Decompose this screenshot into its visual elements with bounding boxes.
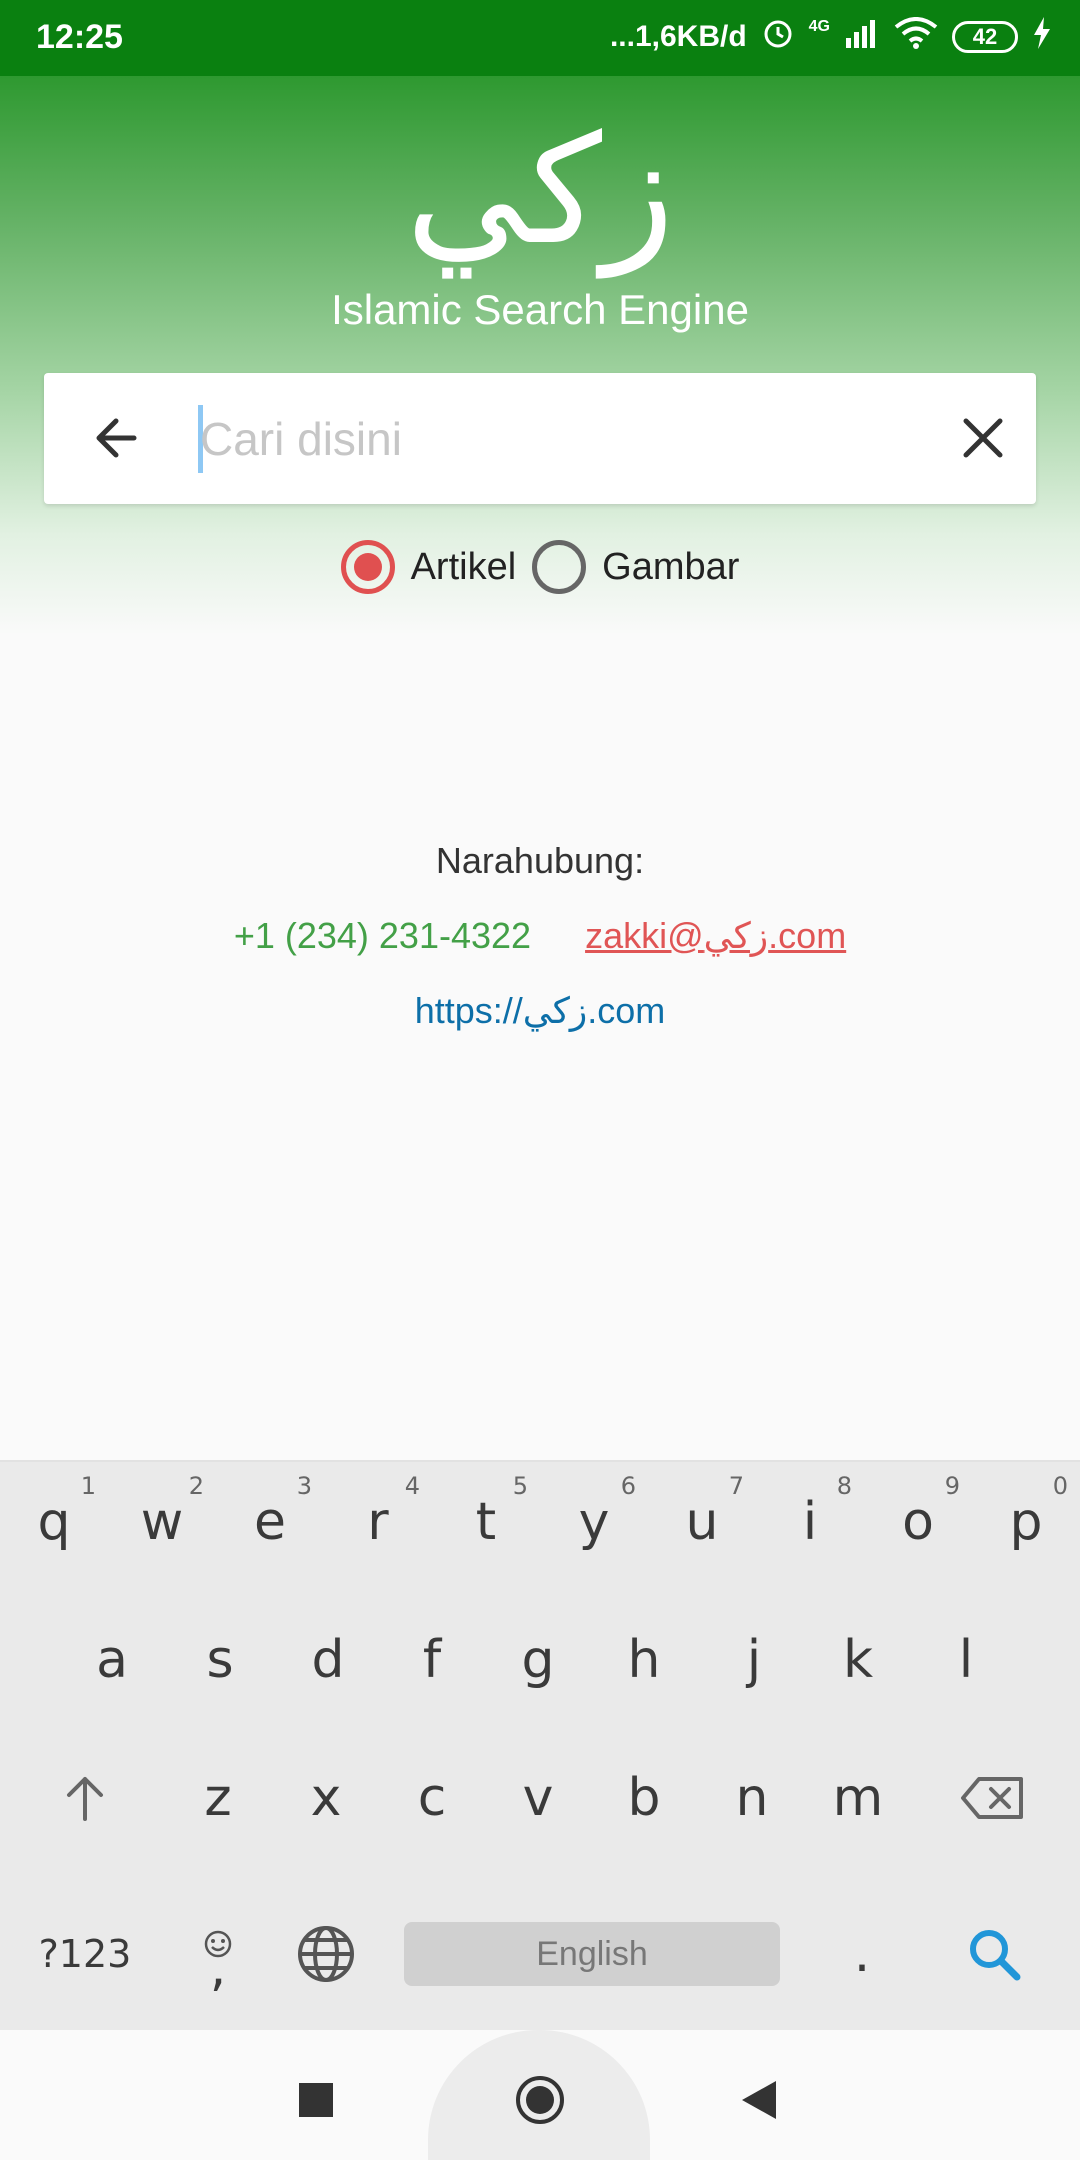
contact-row: +1 (234) 231-4322 zakki@زكي.com xyxy=(0,915,1080,957)
status-icons: ...1,6KB/d 4G 42 xyxy=(610,16,1052,58)
status-bar: 12:25 ...1,6KB/d 4G 42 xyxy=(0,0,1080,76)
key-h[interactable]: h xyxy=(590,1600,698,1720)
soft-keyboard: q1 w2 e3 r4 t5 y6 u7 i8 o9 p0 a s d f g … xyxy=(0,1460,1080,2030)
radio-artikel[interactable]: Artikel xyxy=(340,540,517,594)
search-type-selector: Artikel Gambar xyxy=(0,540,1080,594)
recents-icon[interactable] xyxy=(276,2060,356,2140)
network-speed: ...1,6KB/d xyxy=(609,20,747,53)
keyboard-row-2: a s d f g h j k l xyxy=(0,1600,1080,1720)
phone-link[interactable]: +1 (234) 231-4322 xyxy=(234,915,531,956)
app-logo: زكي xyxy=(405,104,675,278)
key-g[interactable]: g xyxy=(484,1600,592,1720)
key-j[interactable]: j xyxy=(700,1600,808,1720)
alarm-icon xyxy=(761,16,795,58)
key-a[interactable]: a xyxy=(58,1600,166,1720)
search-input[interactable] xyxy=(200,399,940,479)
key-e[interactable]: e3 xyxy=(216,1462,324,1582)
key-o[interactable]: o9 xyxy=(864,1462,972,1582)
key-q[interactable]: q1 xyxy=(0,1462,108,1582)
email-link[interactable]: zakki@زكي.com xyxy=(585,915,846,956)
key-b[interactable]: b xyxy=(590,1738,698,1858)
keyboard-row-1: q1 w2 e3 r4 t5 y6 u7 i8 o9 p0 xyxy=(0,1462,1080,1582)
wifi-icon xyxy=(894,17,938,57)
key-k[interactable]: k xyxy=(804,1600,912,1720)
navigation-bar xyxy=(0,2030,1080,2160)
space-key[interactable]: English xyxy=(404,1922,780,1986)
key-y[interactable]: y6 xyxy=(540,1462,648,1582)
key-r[interactable]: r4 xyxy=(324,1462,432,1582)
search-bar xyxy=(44,373,1036,504)
key-v[interactable]: v xyxy=(484,1738,592,1858)
key-n[interactable]: n xyxy=(698,1738,806,1858)
key-i[interactable]: i8 xyxy=(756,1462,864,1582)
radio-gambar[interactable]: Gambar xyxy=(532,540,739,594)
close-icon[interactable] xyxy=(950,405,1016,471)
radio-unchecked-icon xyxy=(532,540,587,594)
key-f[interactable]: f xyxy=(378,1600,486,1720)
network-type: 4G xyxy=(808,18,830,35)
back-icon[interactable] xyxy=(720,2060,800,2140)
key-t[interactable]: t5 xyxy=(432,1462,540,1582)
home-icon[interactable] xyxy=(500,2060,580,2140)
key-d[interactable]: d xyxy=(274,1600,382,1720)
key-s[interactable]: s xyxy=(166,1600,274,1720)
radio-label: Gambar xyxy=(602,545,740,588)
keyboard-row-3: z x c v b n m xyxy=(0,1738,1080,1858)
key-x[interactable]: x xyxy=(272,1738,380,1858)
emoji-comma-key[interactable]: , xyxy=(164,1894,272,2014)
shift-icon[interactable] xyxy=(20,1738,150,1858)
key-l[interactable]: l xyxy=(912,1600,1020,1720)
charging-icon xyxy=(1032,17,1052,57)
period-key[interactable]: . xyxy=(808,1894,916,2014)
status-time: 12:25 xyxy=(36,18,123,56)
website-link[interactable]: https://زكي.com xyxy=(0,990,1080,1032)
radio-checked-icon xyxy=(340,540,395,594)
key-m[interactable]: m xyxy=(804,1738,912,1858)
signal-icon xyxy=(844,18,880,56)
symbols-key[interactable]: ?123 xyxy=(20,1894,150,2014)
contact-title: Narahubung: xyxy=(435,840,645,881)
globe-icon[interactable] xyxy=(272,1894,380,2014)
radio-label: Artikel xyxy=(410,545,517,588)
key-c[interactable]: c xyxy=(378,1738,486,1858)
backspace-icon[interactable] xyxy=(930,1738,1056,1858)
key-p[interactable]: p0 xyxy=(972,1462,1080,1582)
key-z[interactable]: z xyxy=(164,1738,272,1858)
battery-icon: 42 xyxy=(952,21,1018,53)
app-subtitle: Islamic Search Engine xyxy=(331,286,749,333)
key-w[interactable]: w2 xyxy=(108,1462,216,1582)
search-icon[interactable] xyxy=(940,1894,1048,2014)
arrow-left-icon[interactable] xyxy=(84,405,150,471)
key-u[interactable]: u7 xyxy=(648,1462,756,1582)
